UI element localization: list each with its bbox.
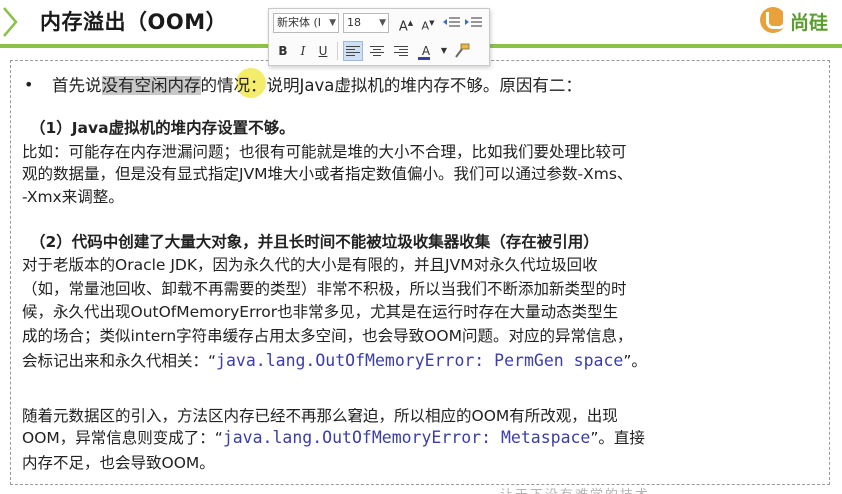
align-left-icon xyxy=(346,46,360,57)
para-2-line-1: 对于老版本的Oracle JDK，因为永久代的大小是有限的，并且JVM对永久代垃… xyxy=(22,256,598,274)
para-2-line-4: 成的场合；类似intern字符串缓存占用太多空间，也会导致OOM问题。对应的异常… xyxy=(22,327,633,345)
para-3-line-1: 随着元数据区的引入，方法区内存已经不再那么窘迫，所以相应的OOM有所改观，出现 xyxy=(22,407,618,425)
font-color-swatch xyxy=(418,57,430,60)
heading-1: （1）Java虚拟机的堆内存设置不够。 xyxy=(30,119,295,137)
underline-button[interactable]: U xyxy=(315,41,331,61)
slide-title: 内存溢出（OOM） xyxy=(40,10,228,34)
shrink-font-label: A xyxy=(421,19,430,33)
para-2-line-5-suffix: ”。 xyxy=(623,352,647,370)
chevron-right-icon xyxy=(3,7,18,37)
para-1-line-3: -Xmx来调整。 xyxy=(22,188,124,206)
chevron-down-icon: ▼ xyxy=(329,18,336,28)
font-color-label: A xyxy=(421,44,431,58)
font-name-value: 新宋体 (I xyxy=(277,16,322,29)
permgen-error-code: java.lang.OutOfMemoryError: PermGen spac… xyxy=(216,351,624,370)
font-name-select[interactable]: 新宋体 (I ▼ xyxy=(273,13,339,33)
decrease-font-size-button[interactable]: A▼ xyxy=(419,13,437,33)
metaspace-error-code: java.lang.OutOfMemoryError: Metaspace xyxy=(222,428,591,447)
decrease-indent-icon[interactable] xyxy=(443,16,461,30)
align-left-button[interactable] xyxy=(343,41,363,61)
bullet-prefix: 首先说 xyxy=(52,76,102,95)
increase-indent-icon[interactable] xyxy=(465,16,483,30)
font-color-button[interactable]: A xyxy=(415,41,437,61)
align-right-icon xyxy=(394,46,408,57)
para-2-line-5-prefix: 会标记出来和永久代相关：“ xyxy=(22,352,217,370)
para-3-line-2: OOM，异常信息则变成了：“java.lang.OutOfMemoryError… xyxy=(22,426,645,448)
mini-formatting-toolbar: 新宋体 (I ▼ 18 ▼ A▲ A▼ B I U A ▼ xyxy=(268,8,490,66)
para-1-line-2: 观的数据量，但是没有显式指定JVM堆大小或者指定数值偏小。我们可以通过参数-Xm… xyxy=(22,165,633,183)
para-1-line-1: 比如：可能存在内存泄漏问题；也很有可能就是堆的大小不合理，比如我们要处理比较可 xyxy=(22,143,627,161)
bullet-text[interactable]: 首先说没有空闲内存的情况：说明Java虚拟机的堆内存不够。原因有二： xyxy=(52,72,582,96)
chevron-down-icon: ▼ xyxy=(379,18,386,28)
selected-text[interactable]: 没有空闲内存 xyxy=(101,76,201,95)
para-3-line-3: 内存不足，也会导致OOM。 xyxy=(22,454,215,472)
font-color-dropdown[interactable]: ▼ xyxy=(439,41,449,61)
increase-font-size-button[interactable]: A▲ xyxy=(397,13,415,35)
heading-2: （2）代码中创建了大量大对象，并且长时间不能被垃圾收集器收集（存在被引用） xyxy=(30,233,599,251)
font-size-select[interactable]: 18 ▼ xyxy=(343,13,389,33)
brand-logo: 尚硅 xyxy=(760,5,838,37)
align-right-button[interactable] xyxy=(391,41,411,61)
para-2-line-3: 候，永久代出现OutOfMemoryError也非常多见，尤其是在运行时存在大量… xyxy=(22,303,619,321)
footer-watermark: 让天下没有难学的技术 xyxy=(500,484,650,494)
align-center-icon xyxy=(370,46,384,57)
logo-mark-icon xyxy=(760,7,786,33)
logo-text: 尚硅 xyxy=(790,12,829,34)
bold-button[interactable]: B xyxy=(275,41,291,61)
grow-font-label: A xyxy=(398,19,408,35)
align-center-button[interactable] xyxy=(367,41,387,61)
para-3-line-2-suffix: ”。直接 xyxy=(590,429,645,447)
toolbar-separator xyxy=(337,42,338,60)
bullet-icon: • xyxy=(24,75,34,94)
para-3-line-2-prefix: OOM，异常信息则变成了：“ xyxy=(22,429,223,447)
font-size-value: 18 xyxy=(347,16,361,29)
italic-button[interactable]: I xyxy=(295,41,311,61)
para-2-line-2: （如，常量池回收、卸载不再需要的类型）非常不积极，所以当我们不断添加新类型的时 xyxy=(22,280,627,298)
format-painter-icon[interactable] xyxy=(453,43,471,59)
bullet-suffix: 的情况：说明Java虚拟机的堆内存不够。原因有二： xyxy=(200,76,582,95)
para-2-line-5: 会标记出来和永久代相关：“java.lang.OutOfMemoryError:… xyxy=(22,349,647,371)
